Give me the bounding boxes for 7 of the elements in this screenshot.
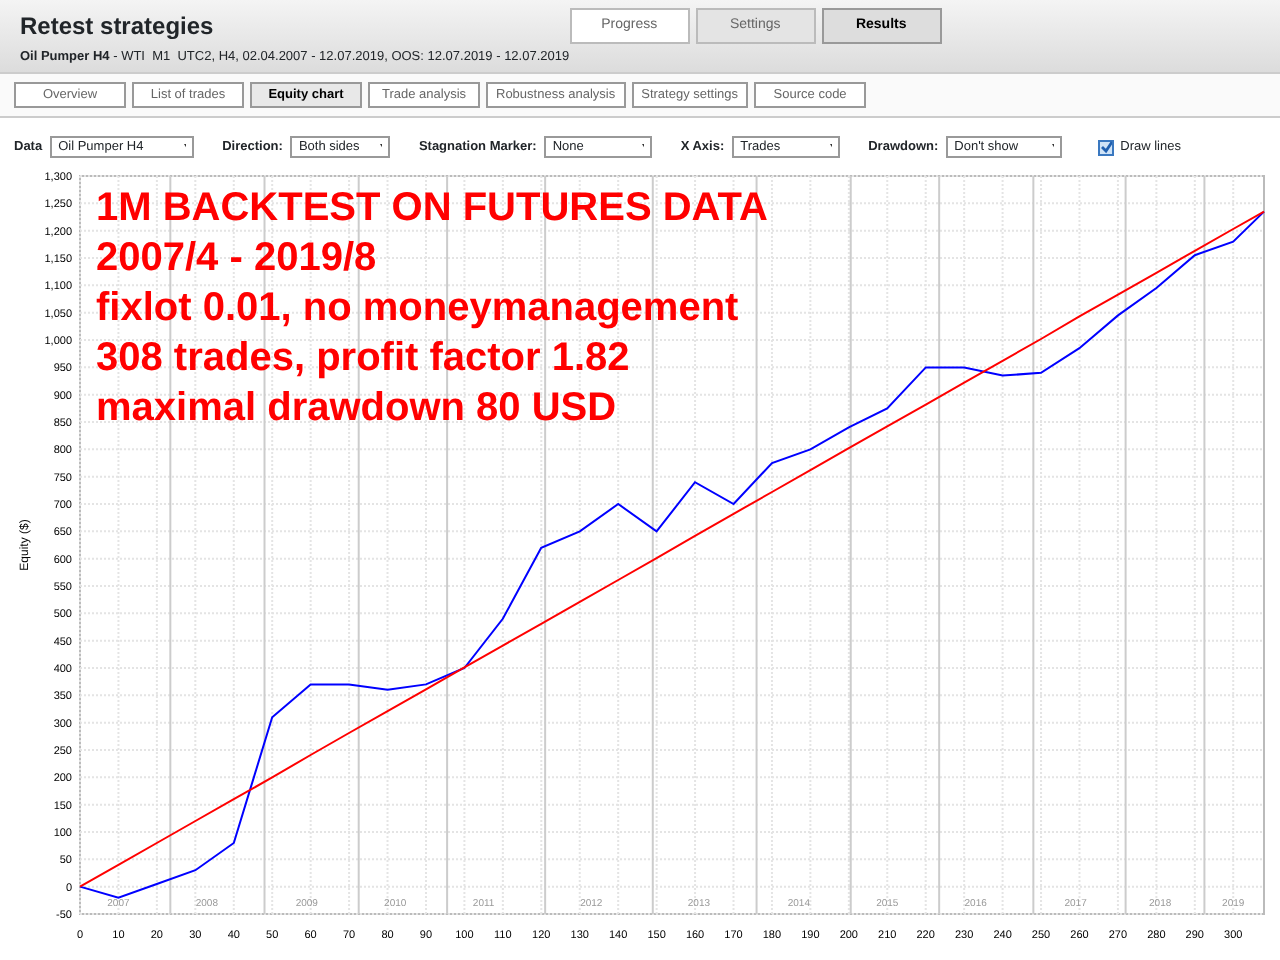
checkbox[interactable] — [1098, 139, 1115, 155]
window-title: Retest strategies — [20, 12, 216, 40]
overlay-text: 1M BACKTEST ON FUTURES DATA — [96, 184, 768, 234]
overlay-text: fixlot 0.01, no moneymanagement — [96, 284, 741, 334]
overlay-text: 308 trades, profit factor 1.82 — [96, 334, 632, 384]
overlay-text: maximal drawdown 80 USD — [96, 384, 619, 434]
overlay-text: 2007/4 - 2019/8 — [96, 234, 379, 284]
